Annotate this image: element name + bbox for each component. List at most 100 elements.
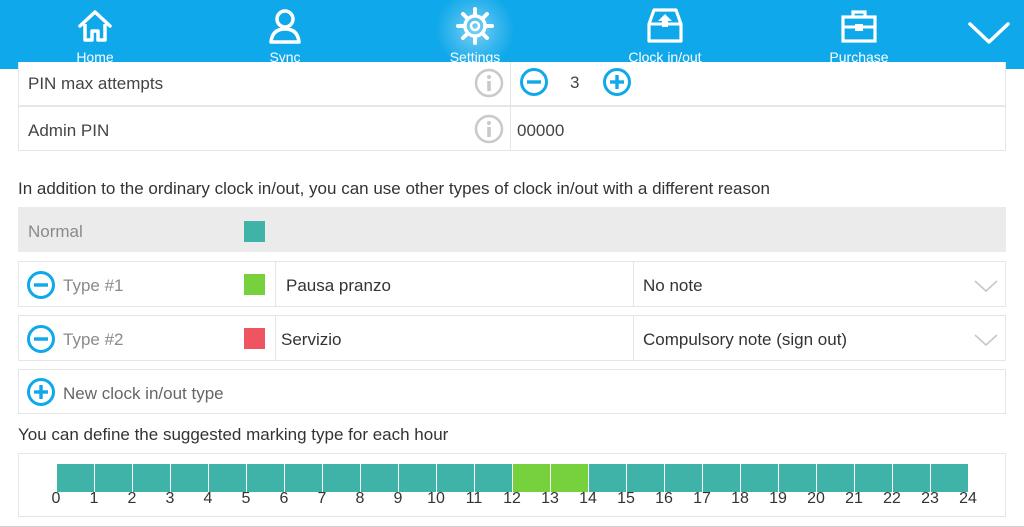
hour-label: 17	[693, 490, 711, 507]
hour-label: 16	[655, 490, 673, 507]
hour-label: 22	[883, 490, 901, 507]
admin-pin-label: Admin PIN	[28, 121, 110, 140]
hour-label: 19	[769, 490, 787, 507]
pin-max-attempts-row: PIN max attempts 3	[18, 62, 1006, 106]
type-reason-field[interactable]: Pausa pranzo	[286, 276, 391, 296]
hour-label: 4	[203, 490, 213, 507]
hour-cell[interactable]	[171, 464, 208, 492]
gear-icon	[456, 7, 494, 45]
hour-cell[interactable]	[57, 464, 94, 492]
nav-settings[interactable]: Settings	[400, 0, 550, 70]
hour-label: 14	[579, 490, 597, 507]
hour-cell[interactable]	[551, 464, 588, 492]
hour-cell[interactable]	[893, 464, 930, 492]
hour-label: 24	[959, 490, 977, 507]
normal-color-swatch[interactable]	[244, 221, 265, 242]
hour-label: 6	[279, 490, 289, 507]
user-icon	[269, 9, 301, 44]
admin-pin-value[interactable]: 00000	[517, 121, 564, 141]
hour-label: 7	[317, 490, 327, 507]
hour-label: 11	[465, 490, 483, 507]
hour-cell[interactable]	[285, 464, 322, 492]
pin-max-attempts-value: 3	[570, 73, 580, 92]
hour-cell[interactable]	[779, 464, 816, 492]
chevron-down-icon[interactable]	[968, 18, 1010, 48]
normal-type-row: Normal	[18, 207, 1006, 252]
info-icon[interactable]	[474, 68, 504, 98]
hour-cell[interactable]	[209, 464, 246, 492]
clock-type-row: Type #1 Pausa pranzo No note	[18, 261, 1006, 307]
nav-purchase[interactable]: Purchase	[784, 0, 934, 69]
hour-cell[interactable]	[323, 464, 360, 492]
nav-home[interactable]: Home	[20, 0, 170, 69]
hour-cell[interactable]	[95, 464, 132, 492]
hour-cell[interactable]	[817, 464, 854, 492]
type-note-select[interactable]: Compulsory note (sign out)	[643, 330, 847, 350]
hour-cell[interactable]	[931, 464, 968, 492]
column-divider	[633, 262, 634, 306]
type-label: Type #2	[63, 330, 124, 349]
remove-type-button[interactable]	[26, 270, 56, 300]
hour-label: 15	[617, 490, 635, 507]
hour-cell[interactable]	[247, 464, 284, 492]
hour-label: 9	[393, 490, 403, 507]
normal-type-label: Normal	[28, 222, 83, 241]
column-divider	[633, 316, 634, 360]
hour-cell[interactable]	[589, 464, 626, 492]
clock-in-out-icon	[647, 8, 683, 43]
new-clock-type-row[interactable]: New clock in/out type	[18, 369, 1006, 414]
hour-label: 18	[731, 490, 749, 507]
hour-label: 10	[427, 490, 445, 507]
hour-cell[interactable]	[475, 464, 512, 492]
chevron-down-icon[interactable]	[974, 333, 998, 347]
column-divider	[510, 62, 511, 105]
hour-label: 20	[807, 490, 825, 507]
clock-types-intro: In addition to the ordinary clock in/out…	[18, 179, 770, 198]
hour-label: 13	[541, 490, 559, 507]
clock-type-row: Type #2 Servizio Compulsory note (sign o…	[18, 315, 1006, 361]
type-color-swatch[interactable]	[244, 274, 265, 295]
hour-cell[interactable]	[133, 464, 170, 492]
decrement-button[interactable]	[519, 67, 549, 97]
hour-cell[interactable]	[513, 464, 550, 492]
hour-label: 3	[165, 490, 175, 507]
remove-type-button[interactable]	[26, 324, 56, 354]
hour-cell[interactable]	[741, 464, 778, 492]
pin-max-attempts-label: PIN max attempts	[28, 74, 164, 93]
hours-intro: You can define the suggested marking typ…	[18, 425, 449, 444]
hour-cell[interactable]	[437, 464, 474, 492]
new-type-label: New clock in/out type	[63, 384, 224, 403]
type-label: Type #1	[63, 276, 124, 295]
briefcase-icon	[841, 10, 877, 43]
column-divider	[275, 262, 276, 306]
type-note-select[interactable]: No note	[643, 276, 703, 296]
column-divider	[275, 316, 276, 360]
hour-cell[interactable]	[361, 464, 398, 492]
nav-clock-in-out[interactable]: Clock in/out	[590, 0, 740, 69]
hour-label: 2	[127, 490, 137, 507]
top-nav-bar: Home Sync Settings Clock in/out Purchase	[0, 0, 1024, 70]
home-icon	[78, 10, 112, 42]
hour-label: 1	[89, 490, 99, 507]
admin-pin-row: Admin PIN 00000	[18, 106, 1006, 151]
column-divider	[510, 107, 511, 150]
hour-cell[interactable]	[855, 464, 892, 492]
hour-label: 21	[845, 490, 863, 507]
hour-cell[interactable]	[399, 464, 436, 492]
add-type-button[interactable]	[26, 377, 56, 407]
nav-sync[interactable]: Sync	[210, 0, 360, 69]
hourly-type-bar: 0 1 2 3 4 5 6 7 8 9 10 11 12 13 14 15 16 17 18 19 20 21 22 23 24	[18, 453, 1006, 517]
hour-cell[interactable]	[703, 464, 740, 492]
hour-label: 12	[503, 490, 521, 507]
hour-label: 8	[355, 490, 365, 507]
hour-cell[interactable]	[665, 464, 702, 492]
chevron-down-icon[interactable]	[974, 279, 998, 293]
hour-label: 0	[51, 490, 61, 507]
hour-label: 23	[921, 490, 939, 507]
type-color-swatch[interactable]	[244, 328, 265, 349]
hour-label: 5	[241, 490, 251, 507]
hour-cell[interactable]	[627, 464, 664, 492]
increment-button[interactable]	[602, 67, 632, 97]
info-icon[interactable]	[474, 114, 504, 144]
type-reason-field[interactable]: Servizio	[281, 330, 341, 350]
